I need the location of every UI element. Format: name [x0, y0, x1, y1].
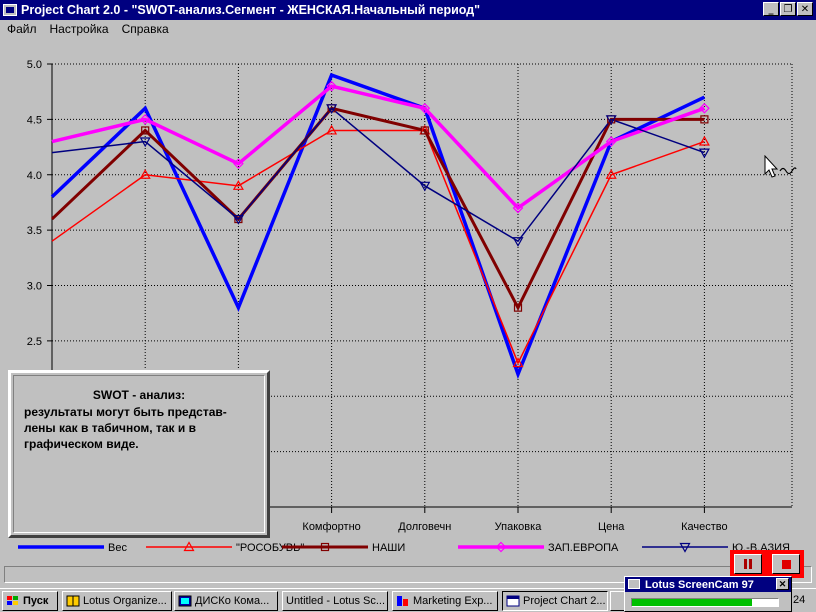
x-tick-label: Цена — [598, 521, 625, 533]
y-tick-label: 3.0 — [27, 281, 42, 293]
close-icon: ✕ — [800, 3, 810, 15]
note-line: графическом виде. — [24, 437, 139, 451]
swot-note-panel: SWOT - анализ: результаты могут быть пре… — [8, 370, 270, 538]
taskbar-item-untitled-lotus[interactable]: Untitled - Lotus Sc... — [282, 591, 388, 611]
recording-controls — [730, 550, 804, 578]
restore-icon: ❐ — [783, 3, 793, 15]
clock: 24 — [793, 594, 806, 606]
x-tick-label: Упаковка — [495, 521, 543, 533]
windows-logo-icon — [7, 596, 18, 605]
screencam-titlebar[interactable]: Lotus ScreenCam 97 ✕ — [625, 577, 791, 592]
taskbar-item-label: Project Chart 2... — [523, 595, 606, 607]
menu-settings[interactable]: Настройка — [43, 22, 115, 36]
taskbar-item-lotus-organizer[interactable]: Lotus Organize... — [62, 591, 172, 611]
menu-bar: Файл Настройка Справка — [0, 20, 816, 38]
taskbar-item-label: Untitled - Lotus Sc... — [286, 595, 386, 607]
y-tick-label: 3.5 — [27, 225, 42, 237]
window-title: Project Chart 2.0 - "SWOT-анализ.Сегмент… — [21, 3, 481, 17]
note-line: лены как в табичном, так и в — [24, 421, 196, 435]
stop-icon — [781, 559, 791, 569]
organizer-icon — [66, 595, 80, 607]
screencam-close-button[interactable]: ✕ — [776, 578, 789, 590]
taskbar-item-label: Lotus Organize... — [83, 595, 167, 607]
y-tick-label: 4.5 — [27, 114, 42, 126]
project-chart-icon — [506, 595, 520, 607]
start-label: Пуск — [23, 595, 49, 607]
disco-icon — [178, 595, 192, 607]
restore-button[interactable]: ❐ — [780, 2, 796, 16]
x-tick-label: Качество — [681, 521, 728, 533]
screencam-window[interactable]: Lotus ScreenCam 97 ✕ — [624, 576, 792, 612]
note-body: результаты могут быть представ- лены как… — [14, 402, 264, 452]
y-tick-label: 2.5 — [27, 336, 42, 348]
taskbar-item-marketing-expert[interactable]: Marketing Exp... — [392, 591, 498, 611]
mouse-cursor-icon — [764, 155, 797, 178]
legend-label: ЗАП.ЕВРОПА — [548, 542, 619, 554]
menu-file[interactable]: Файл — [0, 22, 43, 36]
note-title: SWOT - анализ: — [92, 388, 186, 402]
close-button[interactable]: ✕ — [797, 2, 813, 16]
pause-recording-button[interactable] — [734, 554, 762, 574]
screencam-icon — [628, 579, 640, 589]
taskbar-item-label: Marketing Exp... — [413, 595, 493, 607]
title-bar[interactable]: Project Chart 2.0 - "SWOT-анализ.Сегмент… — [0, 0, 816, 20]
pause-icon — [744, 559, 752, 569]
x-tick-label: Комфортно — [302, 521, 360, 533]
y-tick-label: 5.0 — [27, 59, 42, 71]
legend-label: Вес — [108, 542, 127, 554]
screencam-progress-bar — [631, 598, 779, 607]
screencam-title: Lotus ScreenCam 97 — [645, 578, 754, 591]
note-line: результаты могут быть представ- — [24, 405, 227, 419]
stop-recording-button[interactable] — [772, 554, 800, 574]
x-tick-label: Долговечн — [398, 521, 451, 533]
menu-help[interactable]: Справка — [115, 22, 175, 36]
y-tick-label: 4.0 — [27, 170, 42, 182]
close-icon: ✕ — [778, 578, 787, 589]
start-button[interactable]: Пуск — [2, 591, 58, 611]
app-icon[interactable] — [3, 4, 17, 16]
minimize-icon: _ — [768, 3, 774, 15]
taskbar-item-disco[interactable]: ДИСКо Кома... — [174, 591, 278, 611]
legend-label: НАШИ — [372, 542, 405, 554]
taskbar-item-label: ДИСКо Кома... — [195, 595, 270, 607]
marketing-icon — [397, 596, 408, 606]
taskbar-item-project-chart[interactable]: Project Chart 2... — [502, 591, 608, 611]
progress-fill — [632, 599, 752, 606]
minimize-button[interactable]: _ — [763, 2, 779, 16]
